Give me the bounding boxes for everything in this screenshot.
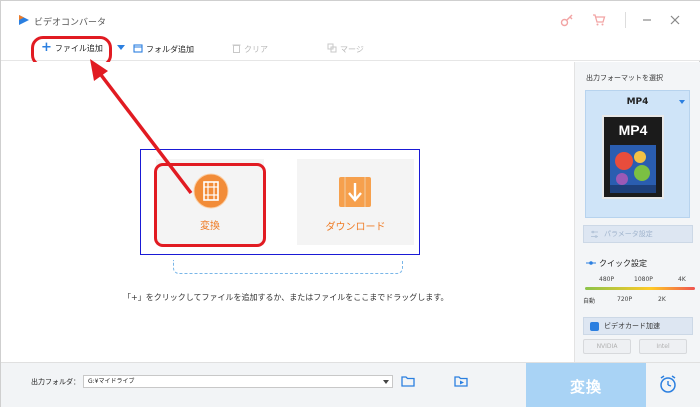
parameter-settings-button[interactable]: パラメータ設定	[583, 225, 693, 243]
bottom-bar: 出力フォルダ： G:¥マイドライブ 変換	[1, 362, 700, 407]
res-720p: 720P	[617, 296, 633, 303]
app-window: ビデオコンバータ + ファイル追加 フォルダ追加 クリア マージ 変換 ダウンロ…	[0, 0, 700, 407]
title-divider	[625, 12, 626, 28]
output-folder-select[interactable]: G:¥マイドライブ	[83, 375, 393, 388]
parameter-settings-label: パラメータ設定	[604, 230, 653, 238]
clear-button[interactable]: クリア	[232, 42, 268, 56]
merge-label: マージ	[340, 44, 364, 54]
balloon-image-icon	[610, 145, 656, 193]
add-folder-button[interactable]: フォルダ追加	[133, 42, 194, 56]
drop-hint-text: 「+」をクリックしてファイルを追加するか、またはファイルをここまでドラッグします…	[123, 293, 449, 302]
sliders-icon	[591, 230, 598, 238]
format-name: MP4	[626, 97, 649, 107]
cart-icon[interactable]	[592, 13, 606, 27]
gpu-acceleration-toggle[interactable]: ビデオカード加速	[583, 317, 693, 335]
download-icon	[339, 177, 371, 207]
annotation-highlight-convert	[154, 163, 266, 247]
download-mode-card[interactable]: ダウンロード	[297, 159, 414, 245]
output-format-title: 出力フォーマットを選択	[586, 74, 663, 82]
folder-add-icon	[133, 43, 143, 55]
add-folder-label: フォルダ追加	[146, 44, 194, 54]
quality-slider[interactable]	[585, 287, 695, 290]
app-logo-icon	[19, 15, 29, 25]
title-bar: ビデオコンバータ	[1, 1, 700, 35]
clear-label: クリア	[244, 44, 268, 54]
merge-button[interactable]: マージ	[327, 42, 364, 56]
mp4-icon-text: MP4	[618, 122, 648, 138]
output-format-panel: 出力フォーマットを選択 MP4 MP4 パラメータ設定 クイック設定 480P …	[574, 62, 700, 362]
app-title: ビデオコンバータ	[34, 18, 107, 28]
nvidia-logo: NVIDIA	[583, 339, 631, 354]
convert-button[interactable]: 変換	[526, 363, 646, 407]
res-4k: 4K	[678, 276, 686, 283]
gpu-checkbox-icon[interactable]	[590, 322, 599, 331]
res-auto: 自動	[583, 298, 596, 305]
res-1080p: 1080P	[634, 276, 653, 283]
quick-setting-label: クイック設定	[599, 259, 647, 268]
format-dropdown-icon[interactable]	[679, 100, 685, 104]
output-folder-label: 出力フォルダ：	[31, 378, 80, 386]
mp4-format-icon: MP4	[602, 115, 664, 199]
close-icon[interactable]	[667, 12, 683, 28]
res-2k: 2K	[658, 296, 666, 303]
output-folder-path: G:¥マイドライブ	[88, 378, 135, 385]
quick-setting-icon	[586, 261, 596, 265]
gpu-vendor-logos: NVIDIA Intel	[583, 339, 693, 355]
trash-icon	[232, 43, 241, 55]
merge-icon	[327, 43, 337, 55]
add-file-dropdown-icon[interactable]	[117, 45, 125, 50]
res-480p: 480P	[599, 276, 615, 283]
intel-logo: Intel	[639, 339, 687, 354]
minimize-icon[interactable]	[639, 12, 655, 28]
format-selector[interactable]: MP4 MP4	[585, 90, 690, 218]
drop-zone-dashed-guide	[173, 260, 403, 274]
download-card-label: ダウンロード	[325, 222, 386, 233]
key-icon[interactable]	[560, 13, 574, 27]
gpu-acceleration-label: ビデオカード加速	[604, 322, 660, 330]
alarm-clock-icon[interactable]	[657, 373, 679, 395]
output-folder-dropdown-icon[interactable]	[383, 380, 389, 384]
browse-folder-icon[interactable]	[401, 375, 415, 387]
open-output-folder-icon[interactable]	[454, 375, 468, 387]
